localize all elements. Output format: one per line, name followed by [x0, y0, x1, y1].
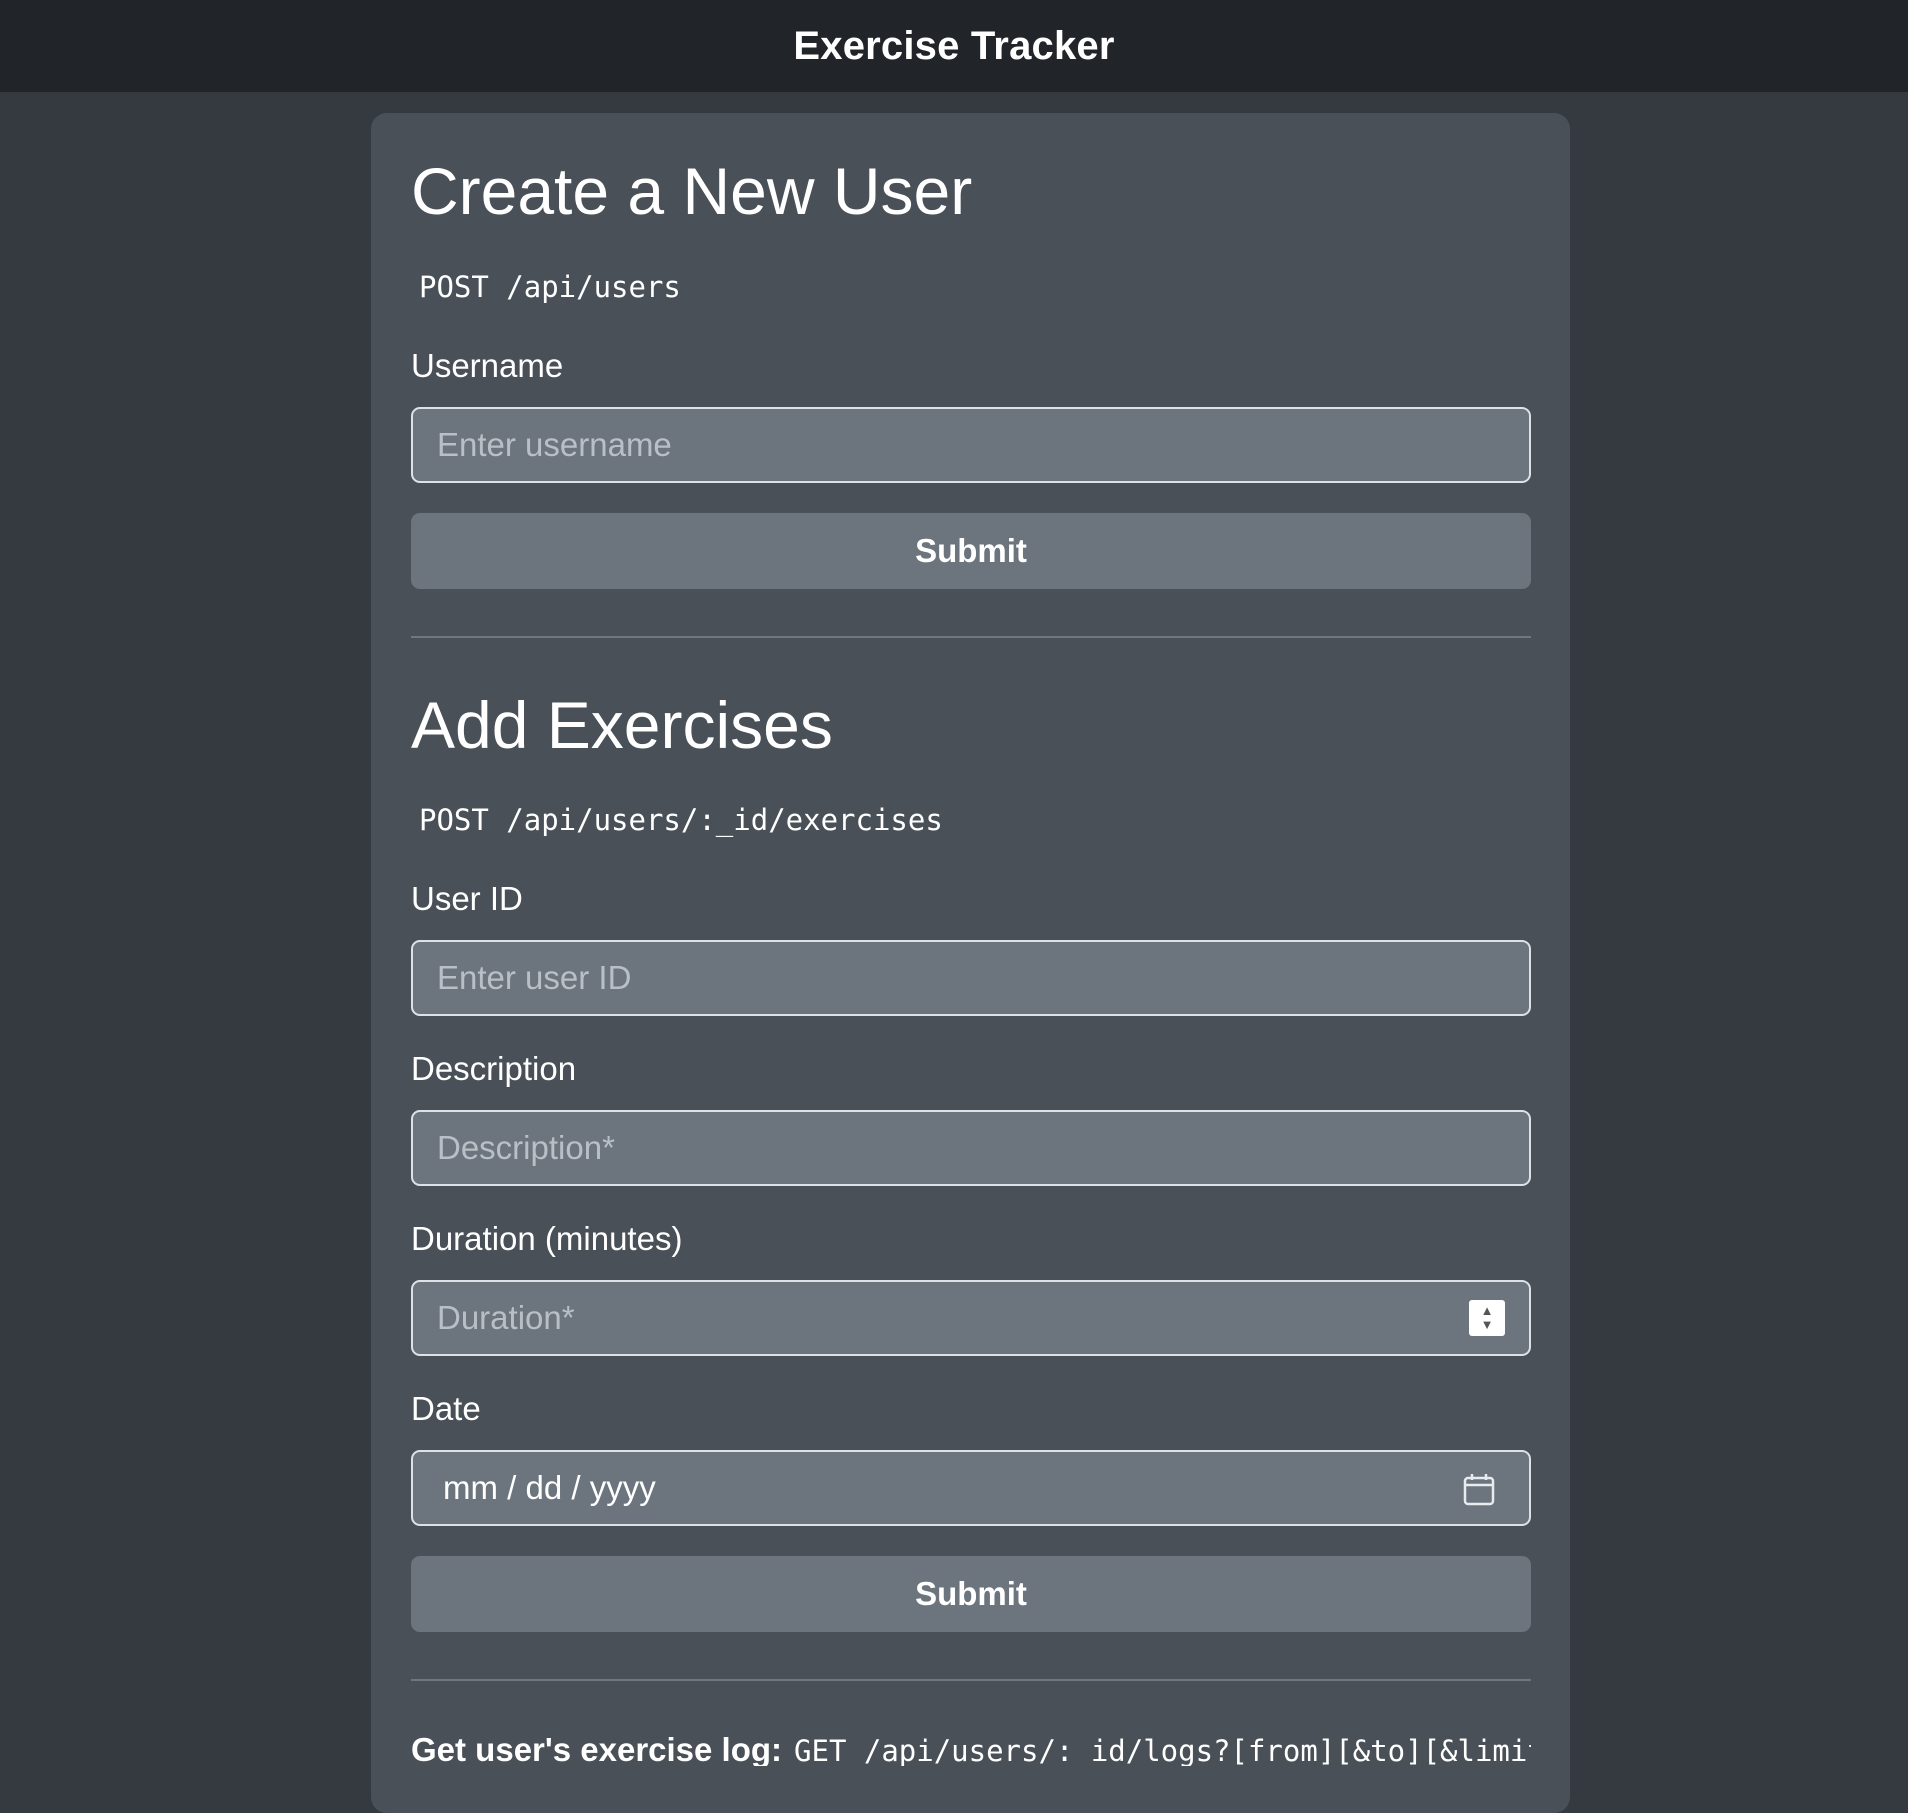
description-input[interactable] — [413, 1112, 1529, 1184]
exercise-log-line: Get user's exercise log: GET /api/users/:… — [411, 1733, 1531, 1766]
form-card: Create a New User POST /api/users Userna… — [371, 113, 1570, 1813]
create-user-endpoint: POST /api/users — [419, 270, 681, 304]
username-label: Username — [411, 347, 564, 384]
user-id-input[interactable] — [413, 942, 1529, 1014]
section-divider — [411, 1679, 1531, 1681]
description-label: Description — [411, 1050, 577, 1087]
date-field[interactable]: mm / dd / yyyy — [411, 1450, 1531, 1526]
add-exercise-submit-button[interactable]: Submit — [411, 1556, 1531, 1632]
chevron-down-icon[interactable]: ▼ — [1481, 1318, 1494, 1331]
duration-field[interactable]: ▲ ▼ — [411, 1280, 1531, 1356]
add-exercises-title: Add Exercises — [411, 688, 833, 762]
stepper-arrows-icon[interactable]: ▲ ▼ — [1469, 1300, 1505, 1336]
user-id-field[interactable] — [411, 940, 1531, 1016]
exercise-log-endpoint: GET /api/users/:_id/logs?[from][&to][&li… — [794, 1734, 1531, 1766]
calendar-icon[interactable] — [1463, 1472, 1495, 1506]
exercise-log-label: Get user's exercise log: — [411, 1733, 783, 1766]
date-label: Date — [411, 1390, 481, 1427]
user-id-label: User ID — [411, 880, 523, 917]
username-input[interactable] — [413, 409, 1529, 481]
chevron-up-icon[interactable]: ▲ — [1481, 1304, 1494, 1317]
section-divider — [411, 636, 1531, 638]
add-exercises-endpoint: POST /api/users/:_id/exercises — [419, 803, 943, 837]
duration-label: Duration (minutes) — [411, 1220, 683, 1257]
description-field[interactable] — [411, 1110, 1531, 1186]
duration-input[interactable] — [413, 1282, 1529, 1354]
username-field[interactable] — [411, 407, 1531, 483]
create-user-submit-button[interactable]: Submit — [411, 513, 1531, 589]
date-input-placeholder[interactable]: mm / dd / yyyy — [443, 1469, 656, 1507]
top-navbar: Exercise Tracker — [0, 0, 1908, 92]
app-title: Exercise Tracker — [793, 23, 1115, 68]
create-user-title: Create a New User — [411, 154, 973, 228]
